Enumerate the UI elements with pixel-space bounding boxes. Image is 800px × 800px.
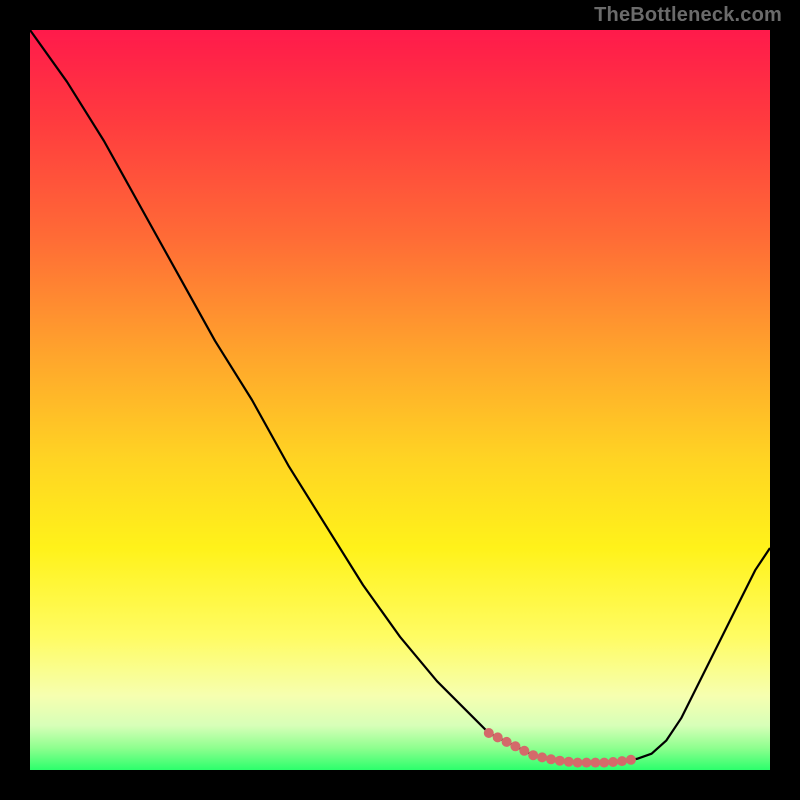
plot-area (30, 30, 770, 770)
canvas-frame: TheBottleneck.com (0, 0, 800, 800)
watermark-text: TheBottleneck.com (594, 4, 782, 27)
bottleneck-curve (30, 30, 770, 763)
highlight-dots (484, 728, 636, 768)
chart-overlay (30, 30, 770, 770)
